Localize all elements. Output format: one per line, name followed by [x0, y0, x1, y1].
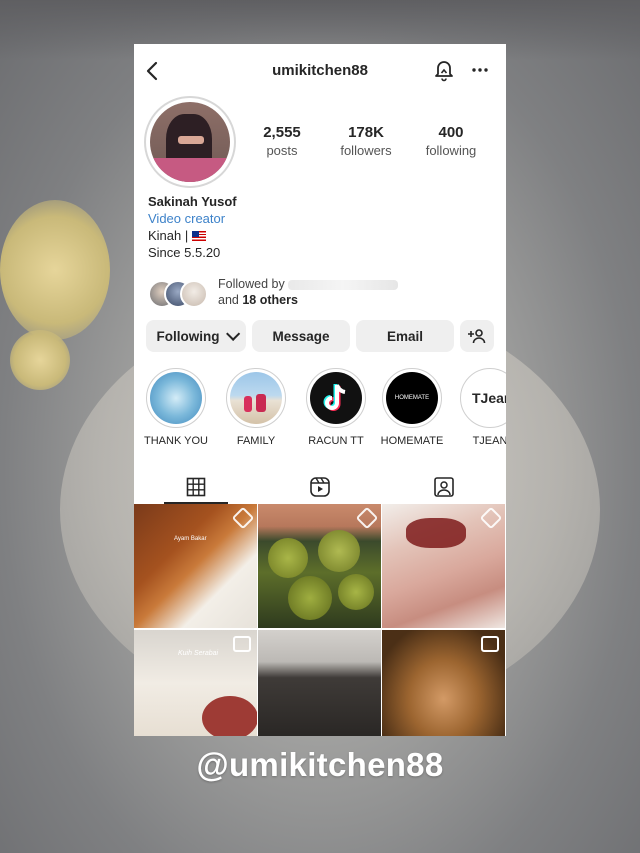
tiktok-logo-icon: [323, 384, 346, 411]
bio-text: Kinah |: [148, 228, 189, 243]
highlight-label: RACUN TT: [308, 435, 364, 447]
highlight-family[interactable]: FAMILY: [222, 368, 290, 447]
following-count: 400: [438, 124, 464, 141]
tab-reels[interactable]: [258, 470, 382, 504]
category-label: Video creator: [148, 211, 226, 226]
pin-icon: [231, 506, 255, 530]
more-icon[interactable]: [468, 58, 492, 82]
highlight-thank-you[interactable]: THANK YOU: [142, 368, 210, 447]
avatar-image: [150, 102, 230, 182]
chevron-down-icon: [225, 326, 240, 341]
blurred-names: [288, 279, 399, 290]
highlight-image: [310, 372, 362, 424]
add-person-icon: [468, 329, 486, 344]
post-tile[interactable]: [258, 630, 381, 736]
followed-by-text: Followed by and 18 others: [218, 276, 399, 308]
display-name: Sakinah Yusof: [148, 194, 237, 209]
reels-icon: [310, 477, 330, 497]
profile-avatar[interactable]: [144, 96, 236, 188]
email-button-label: Email: [386, 328, 424, 344]
tab-tagged[interactable]: [382, 470, 506, 504]
highlight-racun-tt[interactable]: RACUN TT: [302, 368, 370, 447]
following-button[interactable]: Following: [146, 320, 246, 352]
followed-by-prefix: Followed by: [218, 277, 285, 291]
post-tile[interactable]: [382, 630, 505, 736]
top-bar: umikitchen88: [134, 54, 506, 88]
email-button[interactable]: Email: [356, 320, 454, 352]
message-button[interactable]: Message: [252, 320, 350, 352]
profile-tabs: [134, 470, 506, 504]
posts-grid: Ayam Bakar Kuih Serabai: [134, 504, 506, 736]
highlight-image: TJean: [464, 372, 506, 424]
posts-label: posts: [266, 143, 298, 158]
following-label: following: [425, 143, 477, 158]
highlight-image: [150, 372, 202, 424]
post-overlay-text: Kuih Serabai: [178, 650, 219, 657]
following-button-label: Following: [156, 328, 220, 344]
followed-by-row[interactable]: Followed by and 18 others: [148, 276, 488, 312]
message-button-label: Message: [272, 328, 330, 344]
posts-count: 2,555: [263, 124, 301, 141]
add-person-button[interactable]: [460, 320, 494, 352]
highlight-label: THANK YOU: [144, 435, 208, 447]
bio-line-2: Since 5.5.20: [148, 245, 221, 260]
bell-icon[interactable]: [432, 58, 456, 82]
post-tile[interactable]: [258, 504, 381, 628]
instagram-profile-screen: umikitchen88 2,555 posts 178K followers …: [134, 44, 506, 736]
followers-count: 178K: [348, 124, 384, 141]
grid-icon: [186, 477, 206, 497]
tagged-icon: [434, 477, 454, 497]
highlight-homemate[interactable]: HOMEMATE HOMEMATE: [378, 368, 446, 447]
post-tile[interactable]: Kuih Serabai: [134, 630, 257, 736]
followers-label: followers: [340, 143, 392, 158]
highlight-label: TJEAN: [472, 435, 506, 447]
account-handle-caption: @umikitchen88: [196, 746, 444, 783]
pin-icon: [479, 506, 503, 530]
highlight-logo-text: TJean: [472, 390, 506, 406]
highlight-logo-text: HOMEMATE: [394, 395, 430, 401]
reel-icon: [233, 636, 251, 652]
stat-posts[interactable]: 2,555 posts: [242, 124, 322, 158]
reel-icon: [481, 636, 499, 652]
highlight-image: [230, 372, 282, 424]
highlight-image: HOMEMATE: [386, 372, 438, 424]
malaysia-flag-icon: [192, 231, 207, 241]
highlight-tjean[interactable]: TJean TJEAN: [456, 368, 506, 447]
tab-posts-grid[interactable]: [134, 470, 258, 504]
followed-by-others: 18 others: [242, 293, 298, 307]
bio-line-1: Kinah |: [148, 228, 207, 243]
stat-following[interactable]: 400 following: [411, 124, 491, 158]
follower-avatar: [180, 280, 208, 308]
post-tile[interactable]: Ayam Bakar: [134, 504, 257, 628]
highlight-label: HOMEMATE: [380, 435, 444, 447]
pin-icon: [355, 506, 379, 530]
highlight-label: FAMILY: [236, 435, 276, 447]
followed-by-and: and: [218, 293, 239, 307]
post-overlay-text: Ayam Bakar: [174, 536, 207, 542]
post-tile[interactable]: [382, 504, 505, 628]
stat-followers[interactable]: 178K followers: [326, 124, 406, 158]
